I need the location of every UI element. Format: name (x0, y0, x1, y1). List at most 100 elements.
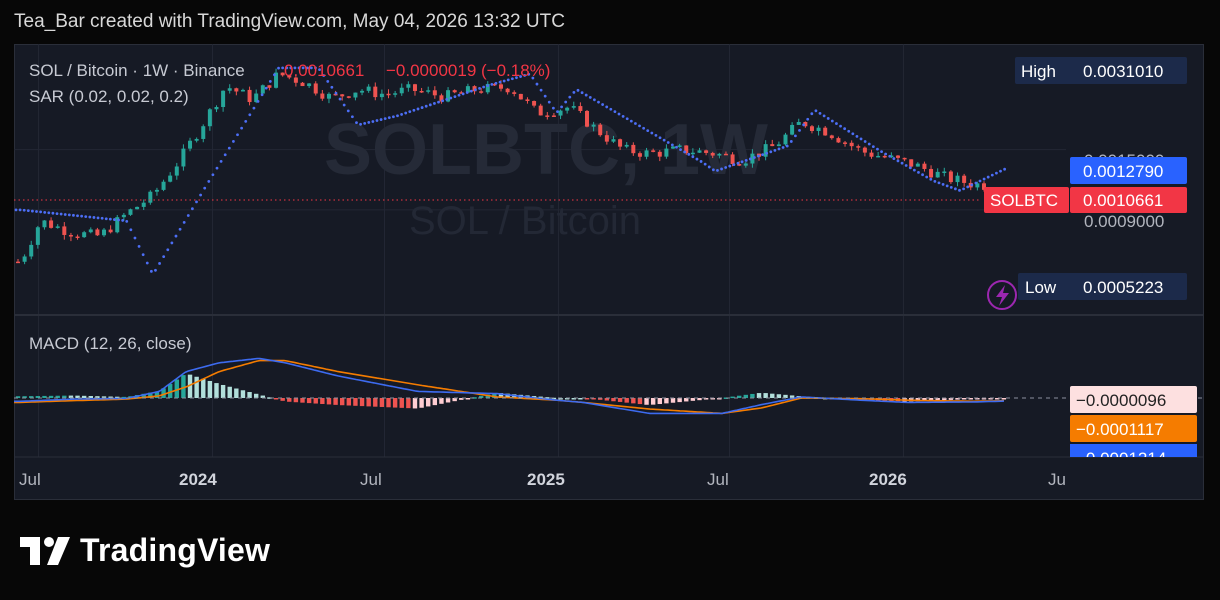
sar-dot (982, 177, 986, 181)
candle-body (386, 93, 391, 96)
sar-dot (137, 244, 141, 248)
symbol-legend[interactable]: SOL / Bitcoin · 1W · Binance (29, 61, 245, 80)
candle-body (360, 90, 365, 93)
sar-dot (408, 110, 412, 114)
macd-histogram-bar (961, 398, 967, 400)
candle-body (723, 153, 728, 156)
sar-dot (802, 123, 806, 127)
sar-dot (937, 181, 941, 185)
sar-dot (986, 175, 990, 179)
candle-body (962, 175, 967, 183)
sar-dot (896, 159, 900, 163)
sar-dot (716, 168, 719, 172)
sar-dot (350, 115, 354, 119)
sar-dot (223, 153, 227, 157)
sar-dot (490, 82, 494, 86)
macd-histogram-bar (756, 393, 762, 398)
sar-dot (478, 86, 481, 90)
macd-histogram-bar (207, 380, 213, 398)
chart-svg[interactable]: SOLBTC, 1W SOL / Bitcoin SOL / Bitcoin ·… (14, 44, 1204, 500)
candle-body (591, 124, 596, 127)
sar-dot (867, 142, 871, 146)
sar-dot (933, 179, 937, 183)
macd-histogram-bar (313, 398, 318, 404)
candle-body (948, 171, 953, 183)
sar-dot (859, 137, 863, 141)
candle-body (730, 154, 735, 165)
sar-dot (465, 91, 469, 94)
sar-dot (752, 156, 756, 159)
sar-legend[interactable]: SAR (0.02, 0.02, 0.2) (29, 87, 189, 106)
candle-body (624, 144, 629, 147)
sar-dot (970, 183, 974, 187)
macd-histogram-bar (617, 398, 623, 402)
sar-dot (59, 212, 63, 216)
candle-body (181, 148, 186, 167)
macd-histogram-bar (306, 398, 312, 404)
sar-dot (785, 144, 789, 148)
candle-body (571, 106, 576, 108)
sar-dot (125, 219, 129, 223)
candle-body (823, 127, 828, 136)
sar-dot (789, 140, 793, 143)
sar-dot (564, 100, 568, 104)
candle-body (426, 90, 431, 92)
sar-dot (904, 164, 908, 167)
sar-dot (482, 85, 486, 89)
candle-body (585, 110, 590, 127)
sar-dot (724, 166, 728, 169)
sar-dot (248, 113, 252, 117)
candle-body (942, 171, 947, 173)
sar-dot (679, 148, 682, 151)
candle-body (770, 144, 775, 147)
candle-body (419, 90, 424, 93)
sar-dot (814, 109, 818, 113)
candle-body (75, 236, 80, 239)
footer-logo[interactable]: TradingView (20, 532, 270, 569)
sar-dot (31, 209, 34, 213)
sar-dot (941, 182, 945, 186)
sar-dot (888, 154, 892, 158)
signal-value: −0.0001117 (1076, 420, 1164, 439)
candle-body (598, 124, 603, 136)
macd-histogram-bar (644, 398, 649, 405)
sar-dot (104, 217, 108, 221)
sar-dot (256, 100, 260, 103)
macd-histogram-bar (287, 398, 292, 402)
macd-line (14, 357, 1005, 415)
sar-dot (375, 119, 379, 122)
sar-dot (839, 124, 842, 128)
sar-dot (412, 108, 416, 112)
macd-histogram-bar (684, 398, 689, 402)
sar-dot (67, 213, 71, 217)
sar-dot (219, 160, 223, 163)
sar-dot (277, 66, 280, 70)
sar-dot (642, 126, 646, 130)
macd-histogram-bar (214, 383, 219, 398)
time-axis-label: 2026 (869, 470, 907, 489)
time-axis-label: Ju (1048, 470, 1066, 489)
candle-body (35, 227, 40, 245)
candle-body (168, 175, 173, 182)
macd-histogram-bar (670, 398, 676, 403)
candle-body (538, 105, 543, 116)
macd-histogram-bar (664, 398, 669, 404)
macd-histogram-bar (426, 398, 431, 407)
sar-dot (683, 150, 687, 154)
sar-dot (424, 104, 428, 108)
lightning-bolt-icon[interactable] (987, 280, 1017, 310)
candle-body (882, 155, 887, 158)
sar-dot (621, 115, 625, 118)
candle-body (783, 134, 788, 145)
sar-dot (949, 185, 953, 189)
candle-body (704, 150, 709, 153)
sar-dot (999, 169, 1002, 173)
sar-dot (539, 88, 543, 92)
sar-dot (437, 100, 440, 104)
sar-dot (199, 193, 202, 197)
sar-dot (908, 166, 912, 170)
time-axis-label: Jul (360, 470, 382, 489)
macd-legend[interactable]: MACD (12, 26, close) (29, 334, 192, 353)
symbol-tag: SOLBTC (990, 191, 1058, 210)
candle-body (637, 153, 642, 157)
